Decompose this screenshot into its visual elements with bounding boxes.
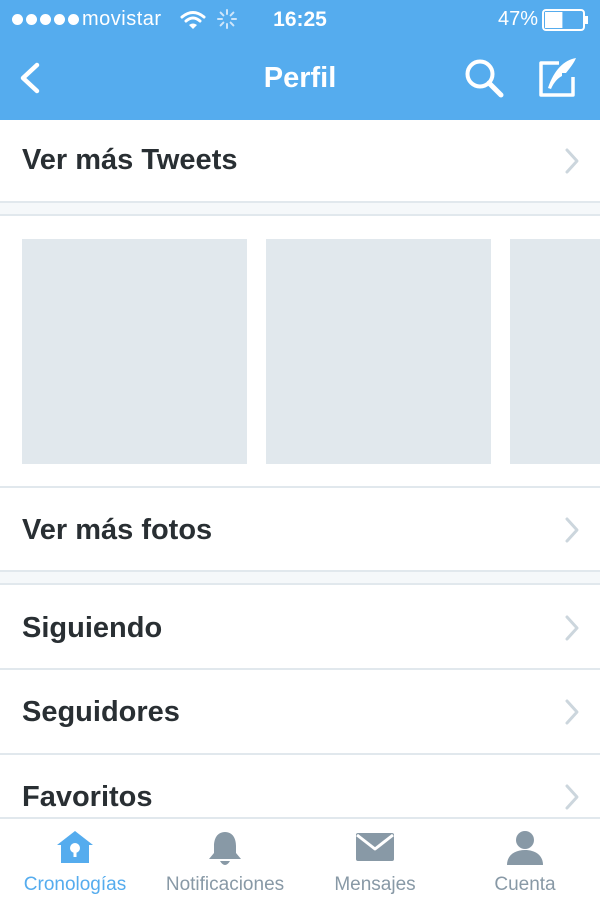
search-button[interactable] — [462, 56, 508, 102]
battery-icon — [542, 9, 588, 31]
more-tweets-row[interactable]: Ver más Tweets — [0, 120, 600, 202]
status-bar: movistar 16:25 47% — [0, 0, 600, 40]
tab-notifications[interactable]: Notificaciones — [150, 819, 300, 902]
tab-label: Cuenta — [494, 874, 556, 895]
header: movistar 16:25 47% Perfil — [0, 0, 600, 120]
followers-row[interactable]: Seguidores — [0, 670, 600, 753]
chevron-right-icon — [565, 615, 579, 641]
navigation-bar: Perfil — [0, 40, 600, 120]
bell-icon — [209, 832, 241, 865]
tab-messages[interactable]: Mensajes — [300, 819, 450, 902]
media-thumbnail[interactable] — [266, 239, 491, 464]
following-row[interactable]: Siguiendo — [0, 585, 600, 668]
search-icon — [465, 59, 504, 98]
followers-label: Seguidores — [22, 696, 180, 728]
media-thumbnail[interactable] — [510, 239, 600, 464]
media-thumbnail[interactable] — [22, 239, 247, 464]
favorites-row[interactable]: Favoritos — [0, 755, 600, 817]
home-icon — [57, 831, 93, 863]
chevron-right-icon — [565, 148, 579, 174]
tab-timelines[interactable]: Cronologías — [0, 819, 150, 902]
chevron-right-icon — [565, 784, 579, 810]
more-photos-label: Ver más fotos — [22, 514, 213, 546]
tab-label: Cronologías — [23, 874, 127, 895]
favorites-label: Favoritos — [22, 781, 153, 813]
envelope-icon — [356, 833, 394, 861]
tab-label: Mensajes — [334, 874, 416, 895]
tab-bar: Cronologías Notificaciones Mensajes Cuen… — [0, 817, 600, 902]
more-photos-row[interactable]: Ver más fotos — [0, 488, 600, 571]
page-title: Perfil — [263, 62, 337, 94]
compose-tweet-button[interactable] — [532, 54, 582, 104]
more-tweets-label: Ver más Tweets — [22, 144, 238, 176]
chevron-right-icon — [565, 517, 579, 543]
person-icon — [507, 831, 543, 865]
section-gap — [0, 572, 600, 583]
battery-fill — [545, 12, 563, 28]
chevron-right-icon — [565, 699, 579, 725]
tab-account[interactable]: Cuenta — [450, 819, 600, 902]
battery-percentage: 47% — [497, 8, 538, 30]
media-gallery — [0, 216, 600, 486]
compose-icon — [539, 58, 576, 97]
tab-label: Notificaciones — [165, 874, 285, 895]
section-gap — [0, 203, 600, 214]
following-label: Siguiendo — [22, 612, 163, 644]
